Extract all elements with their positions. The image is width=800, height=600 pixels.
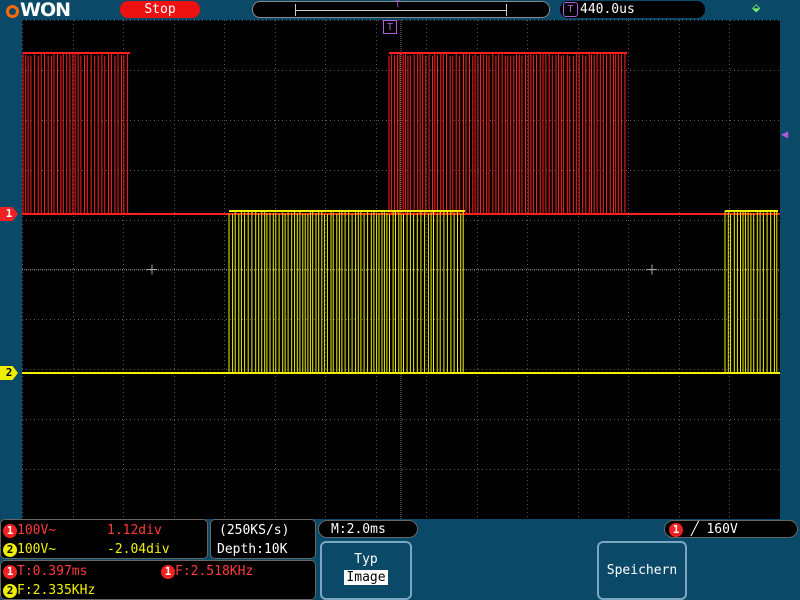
type-button[interactable]: Typ Image — [320, 541, 412, 600]
acquisition-panel: (250KS/s) Depth:10K — [210, 519, 316, 559]
ch2-offset-marker[interactable]: 2 — [0, 366, 18, 380]
owon-logo: WON — [6, 0, 70, 20]
top-status-bar: WON Stop T T 440.0us ⬙ — [0, 0, 800, 20]
trigger-panel[interactable]: 1 ╱ 160V — [664, 520, 798, 538]
run-stop-indicator[interactable]: Stop — [120, 1, 200, 18]
waveform-display[interactable] — [21, 20, 780, 519]
meas-ch1-badge-2: 1 — [161, 565, 175, 579]
ch1-period: T:0.397ms — [17, 564, 87, 579]
sample-rate: (250KS/s) — [219, 523, 289, 539]
measurement-panel: 1 T:0.397ms 1 F:2.518KHz 2 F:2.335KHz — [0, 560, 316, 600]
meas-ch2-badge: 2 — [3, 584, 17, 598]
ch2-badge: 2 — [3, 543, 17, 557]
channel-info-panel: 1 100V~ 1.12div 2 100V~ -2.04div — [0, 519, 208, 559]
timebase-panel[interactable]: M:2.0ms — [318, 520, 418, 538]
memory-depth: Depth:10K — [217, 542, 287, 558]
ch1-waveform — [22, 53, 780, 214]
trigger-position-marker: T — [383, 20, 397, 34]
ch1-position: 1.12div — [107, 523, 162, 539]
timebase-value: M:2.0ms — [331, 522, 386, 538]
memory-timeline: T — [252, 1, 550, 18]
timeline-trigger-marker: T — [395, 0, 400, 10]
ch1-badge: 1 — [3, 524, 17, 538]
usb-icon: ⬙ — [752, 0, 760, 16]
trigger-source-badge: 1 — [669, 523, 683, 537]
meas-ch1-badge: 1 — [3, 565, 17, 579]
save-button[interactable]: Speichern — [597, 541, 687, 600]
ch2-position: -2.04div — [107, 542, 170, 558]
ch1-volts: 100V~ — [17, 523, 56, 538]
type-value: Image — [344, 570, 387, 585]
trigger-delay-readout[interactable]: T 440.0us — [560, 1, 705, 18]
bottom-panel: 1 100V~ 1.12div 2 100V~ -2.04div (250KS/s)… — [0, 519, 800, 600]
trigger-delay-value: 440.0us — [580, 2, 635, 17]
ch2-volts: 100V~ — [17, 542, 56, 557]
waveform-canvas — [22, 20, 780, 519]
trigger-level-marker[interactable]: ◀ — [781, 127, 788, 141]
trigger-level-value: 160V — [706, 522, 737, 537]
type-label: Typ — [322, 552, 410, 567]
ch2-waveform — [22, 211, 780, 373]
rising-edge-icon: ╱ — [691, 522, 699, 537]
trigger-time-icon: T — [563, 2, 578, 17]
ch2-frequency: F:2.335KHz — [17, 583, 95, 598]
ch1-offset-marker[interactable]: 1 — [0, 207, 18, 221]
ch1-frequency: F:2.518KHz — [175, 564, 253, 579]
